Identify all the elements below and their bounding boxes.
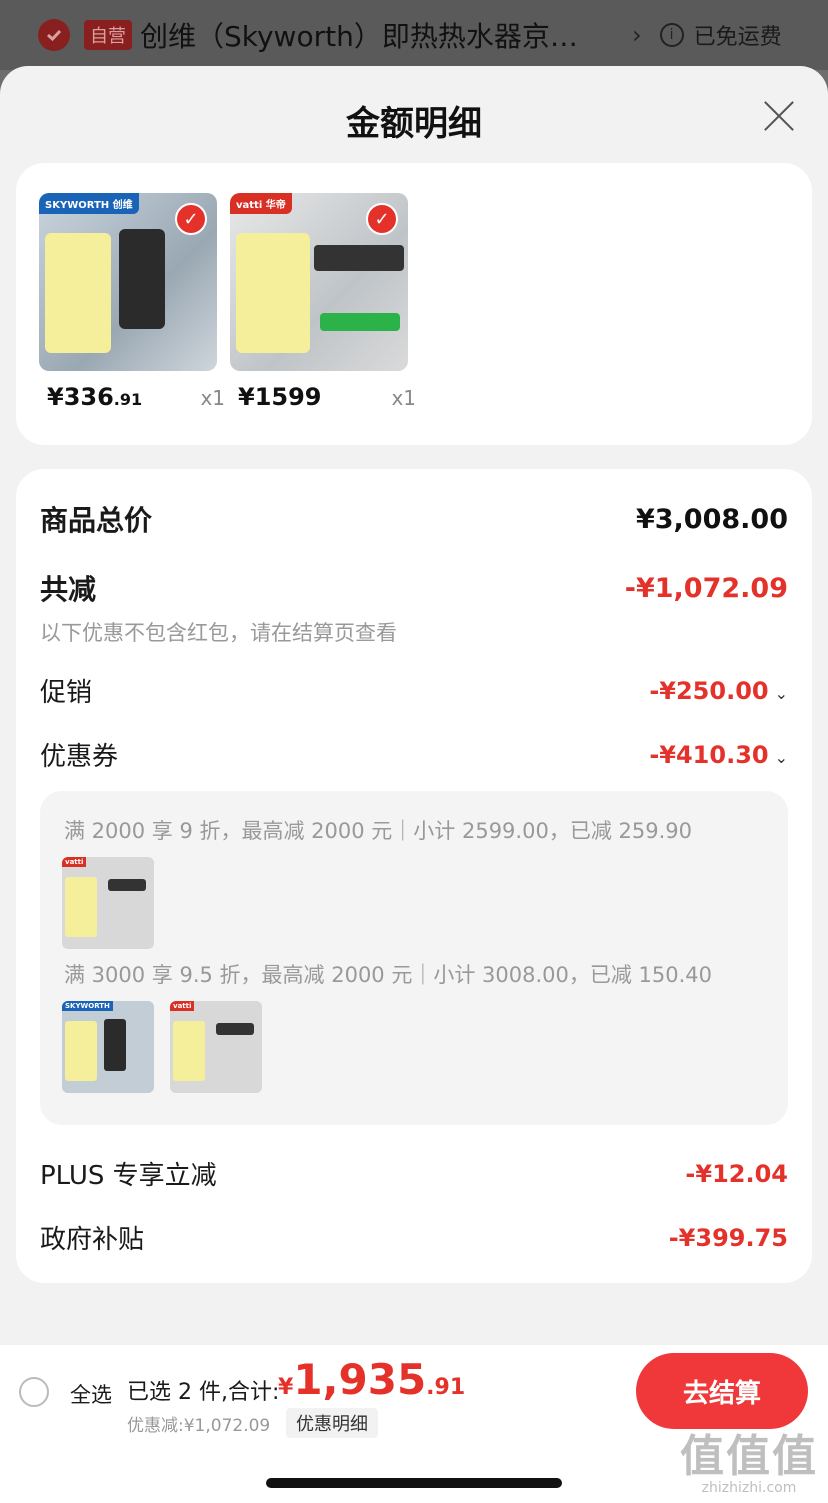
product-item[interactable]: vatti 华帝 ✓ ¥1599 x1 [230, 193, 416, 411]
total-reduce-label: 共减 [40, 573, 97, 606]
product-thumbnail: SKYWORTH [62, 1001, 154, 1093]
product-price: ¥1599 [238, 383, 322, 411]
total-price-label: 商品总价 [40, 504, 153, 537]
price-detail-card: 商品总价 ¥3,008.00 共减 -¥1,072.09 以下优惠不包含红包，请… [16, 469, 812, 1283]
promotion-label: 促销 [40, 678, 93, 708]
total-price-value: ¥3,008.00 [635, 503, 788, 535]
product-title[interactable]: 创维（Skyworth）即热热水器京… [140, 15, 610, 55]
coupon-row[interactable]: 优惠券 -¥410.30 ⌄ [40, 736, 788, 773]
plus-discount-label: PLUS 专享立减 [40, 1161, 217, 1191]
total-reduce-value: -¥1,072.09 [624, 572, 788, 604]
gov-subsidy-row: 政府补贴 -¥399.75 [40, 1219, 788, 1256]
select-all-label[interactable]: 全选 [70, 1379, 112, 1409]
discount-summary: 优惠减:¥1,072.09 [127, 1416, 271, 1436]
selected-count-text: 已选 2 件,合计: [127, 1380, 280, 1405]
check-icon[interactable]: ✓ [175, 203, 207, 235]
total-reduce-row: 共减 -¥1,072.09 [40, 568, 788, 608]
close-icon[interactable] [762, 98, 796, 132]
plus-discount-row: PLUS 专享立减 -¥12.04 [40, 1155, 788, 1192]
brand-logo: SKYWORTH 创维 [39, 193, 139, 214]
sheet-title: 金额明细 [346, 104, 482, 144]
chevron-down-icon[interactable]: ⌄ [775, 748, 788, 767]
select-all-radio[interactable] [19, 1377, 49, 1407]
check-icon[interactable]: ✓ [366, 203, 398, 235]
product-thumbnail: vatti [62, 857, 154, 949]
discount-detail-link[interactable]: 优惠明细 [286, 1408, 378, 1438]
product-thumbnail: vatti [170, 1001, 262, 1093]
reduce-note: 以下优惠不包含红包，请在结算页查看 [40, 621, 397, 645]
self-operated-badge: 自营 [84, 20, 132, 50]
gov-subsidy-value: -¥399.75 [668, 1223, 788, 1252]
chevron-right-icon[interactable]: › [632, 21, 642, 49]
coupon-value: -¥410.30 [649, 740, 769, 769]
product-header-bar: 自营 创维（Skyworth）即热热水器京… › i 已免运费 [0, 0, 828, 70]
product-quantity: x1 [391, 386, 416, 410]
brand-logo: vatti 华帝 [230, 193, 292, 214]
plus-discount-value: -¥12.04 [685, 1159, 788, 1188]
products-card: SKYWORTH 创维 ✓ ¥336.91 x1 vatti 华帝 ✓ ¥159… [16, 163, 812, 445]
product-image[interactable]: SKYWORTH 创维 ✓ [39, 193, 217, 371]
watermark-logo: 值值值 zhizhizhi.com [680, 1431, 818, 1496]
coupon-label: 优惠券 [40, 742, 119, 772]
product-item[interactable]: SKYWORTH 创维 ✓ ¥336.91 x1 [39, 193, 225, 411]
product-quantity: x1 [200, 386, 225, 410]
coupon-rule-line: 满 3000 享 9.5 折，最高减 2000 元｜小计 3008.00，已减 … [64, 963, 713, 987]
free-shipping-label: 已免运费 [693, 25, 782, 50]
promotion-value: -¥250.00 [649, 676, 769, 705]
coupon-detail-box: 满 2000 享 9 折，最高减 2000 元｜小计 2599.00，已减 25… [40, 791, 788, 1125]
product-image[interactable]: vatti 华帝 ✓ [230, 193, 408, 371]
chevron-down-icon[interactable]: ⌄ [775, 684, 788, 703]
coupon-rule-line: 满 2000 享 9 折，最高减 2000 元｜小计 2599.00，已减 25… [64, 819, 692, 843]
info-icon[interactable]: i [659, 23, 684, 47]
checkout-button[interactable]: 去结算 [636, 1353, 808, 1429]
promotion-row[interactable]: 促销 -¥250.00 ⌄ [40, 672, 788, 709]
home-indicator[interactable] [266, 1478, 562, 1488]
selected-check-icon [38, 19, 70, 51]
total-amount: ¥1,935.91 [278, 1355, 466, 1404]
total-price-row: 商品总价 ¥3,008.00 [40, 499, 788, 539]
gov-subsidy-label: 政府补贴 [40, 1225, 145, 1255]
amount-detail-sheet: 金额明细 SKYWORTH 创维 ✓ ¥336.91 x1 vatti 华帝 ✓… [0, 66, 828, 1503]
product-price: ¥336.91 [47, 383, 143, 411]
